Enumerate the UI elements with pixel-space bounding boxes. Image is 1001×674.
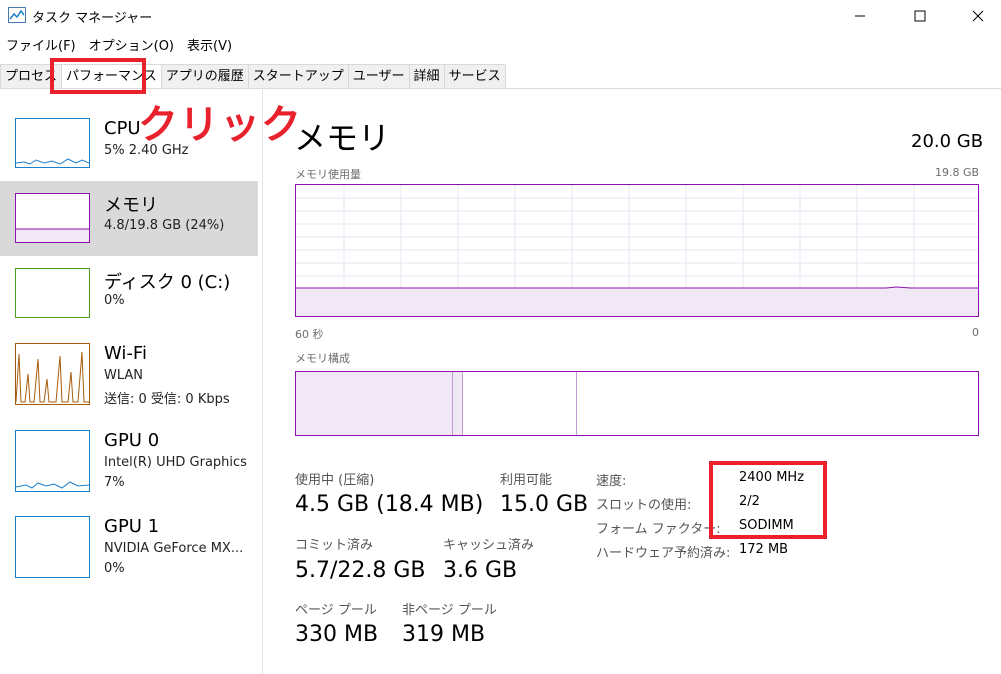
graph-max: 19.8 GB [935, 166, 980, 179]
in-use-segment[interactable] [296, 372, 452, 435]
maximize-button[interactable] [897, 0, 943, 32]
cpu-thumbnail [15, 118, 90, 168]
sidebar-item-detail2: 送信: 0 受信: 0 Kbps [104, 392, 230, 407]
memory-thumbnail [15, 193, 90, 243]
task-manager-icon [8, 7, 26, 23]
tab-startup[interactable]: スタートアップ [247, 64, 349, 88]
sidebar-item-name: Wi-Fi [104, 343, 147, 364]
sidebar-item-name: メモリ [104, 195, 158, 216]
tab-services[interactable]: サービス [443, 64, 506, 88]
sidebar-item-wifi[interactable]: Wi-Fi WLAN 送信: 0 受信: 0 Kbps [0, 335, 258, 410]
graph-zero: 0 [972, 326, 979, 339]
menu-file[interactable]: ファイル(F) [0, 36, 83, 58]
memory-composition-bar [295, 371, 979, 436]
sidebar: CPU 5% 2.40 GHz メモリ 4.8/19.8 GB (24%) ディ… [0, 90, 263, 674]
gpu0-thumbnail [15, 430, 90, 492]
segment-divider [462, 372, 463, 435]
performance-tab-highlight [50, 58, 146, 94]
wifi-thumbnail [15, 343, 90, 405]
menu-bar: ファイル(F) オプション(O) 表示(V) [0, 36, 239, 58]
modified-segment[interactable] [453, 372, 462, 435]
sidebar-item-detail: 4.8/19.8 GB (24%) [104, 218, 225, 233]
sidebar-item-name: GPU 0 [104, 430, 160, 451]
segment-divider [576, 372, 577, 435]
sidebar-item-detail: NVIDIA GeForce MX... [104, 541, 244, 556]
cached-label: キャッシュ済み [443, 538, 535, 553]
memory-usage-graph [295, 184, 979, 317]
graph-label: メモリ使用量 [295, 168, 361, 181]
in-use-label: 使用中 (圧縮) [295, 473, 375, 488]
minimize-button[interactable] [837, 0, 883, 32]
menu-options[interactable]: オプション(O) [83, 36, 181, 58]
committed-label: コミット済み [295, 538, 374, 553]
minimize-icon [855, 15, 865, 17]
committed-value: 5.7/22.8 GB [295, 558, 426, 583]
close-icon [972, 10, 984, 22]
paged-pool-label: ページ プール [295, 603, 377, 618]
tab-bar: プロセス パフォーマンス アプリの履歴 スタートアップ ユーザー 詳細 サービス [0, 64, 1001, 89]
tab-app-history[interactable]: アプリの履歴 [160, 64, 249, 88]
hardware-reserved-value: 172 MB [739, 542, 789, 557]
sidebar-item-name: CPU [104, 118, 141, 139]
sidebar-item-memory[interactable]: メモリ 4.8/19.8 GB (24%) [0, 181, 258, 256]
sidebar-item-detail2: 7% [104, 475, 125, 490]
maximize-icon [914, 10, 926, 22]
tab-details[interactable]: 詳細 [408, 64, 445, 88]
info-highlight-box [709, 461, 827, 539]
sidebar-item-gpu0[interactable]: GPU 0 Intel(R) UHD Graphics 7% [0, 422, 258, 497]
hardware-reserved-label: ハードウェア予約済み: [596, 546, 731, 561]
graph-time-span: 60 秒 [295, 328, 324, 341]
nonpaged-pool-label: 非ページ プール [402, 603, 497, 618]
gpu1-thumbnail [15, 516, 90, 578]
cached-value: 3.6 GB [443, 558, 518, 583]
sidebar-item-detail: WLAN [104, 368, 144, 383]
in-use-value: 4.5 GB (18.4 MB) [295, 492, 484, 517]
tab-users[interactable]: ユーザー [347, 64, 410, 88]
composition-label: メモリ構成 [295, 352, 350, 365]
window-title: タスク マネージャー [32, 11, 153, 26]
sidebar-item-gpu1[interactable]: GPU 1 NVIDIA GeForce MX... 0% [0, 508, 258, 583]
form-factor-label: フォーム ファクター: [596, 522, 721, 537]
slots-used-label: スロットの使用: [596, 498, 692, 513]
page-title: メモリ [294, 119, 391, 157]
speed-label: 速度: [596, 474, 627, 489]
sidebar-item-name: GPU 1 [104, 516, 160, 537]
sidebar-item-name: ディスク 0 (C:) [104, 272, 231, 293]
nonpaged-pool-value: 319 MB [402, 622, 486, 647]
paged-pool-value: 330 MB [295, 622, 379, 647]
sidebar-item-detail2: 0% [104, 561, 125, 576]
available-label: 利用可能 [500, 473, 553, 488]
menu-view[interactable]: 表示(V) [181, 36, 239, 58]
memory-total: 20.0 GB [911, 131, 984, 152]
disk-thumbnail [15, 268, 90, 318]
sidebar-item-cpu[interactable]: CPU 5% 2.40 GHz [0, 110, 258, 185]
sidebar-item-detail: Intel(R) UHD Graphics [104, 455, 247, 470]
sidebar-item-detail: 5% 2.40 GHz [104, 143, 189, 158]
sidebar-item-disk[interactable]: ディスク 0 (C:) 0% [0, 260, 258, 335]
sidebar-item-detail: 0% [104, 293, 125, 308]
close-button[interactable] [955, 0, 1001, 32]
available-value: 15.0 GB [500, 492, 589, 517]
